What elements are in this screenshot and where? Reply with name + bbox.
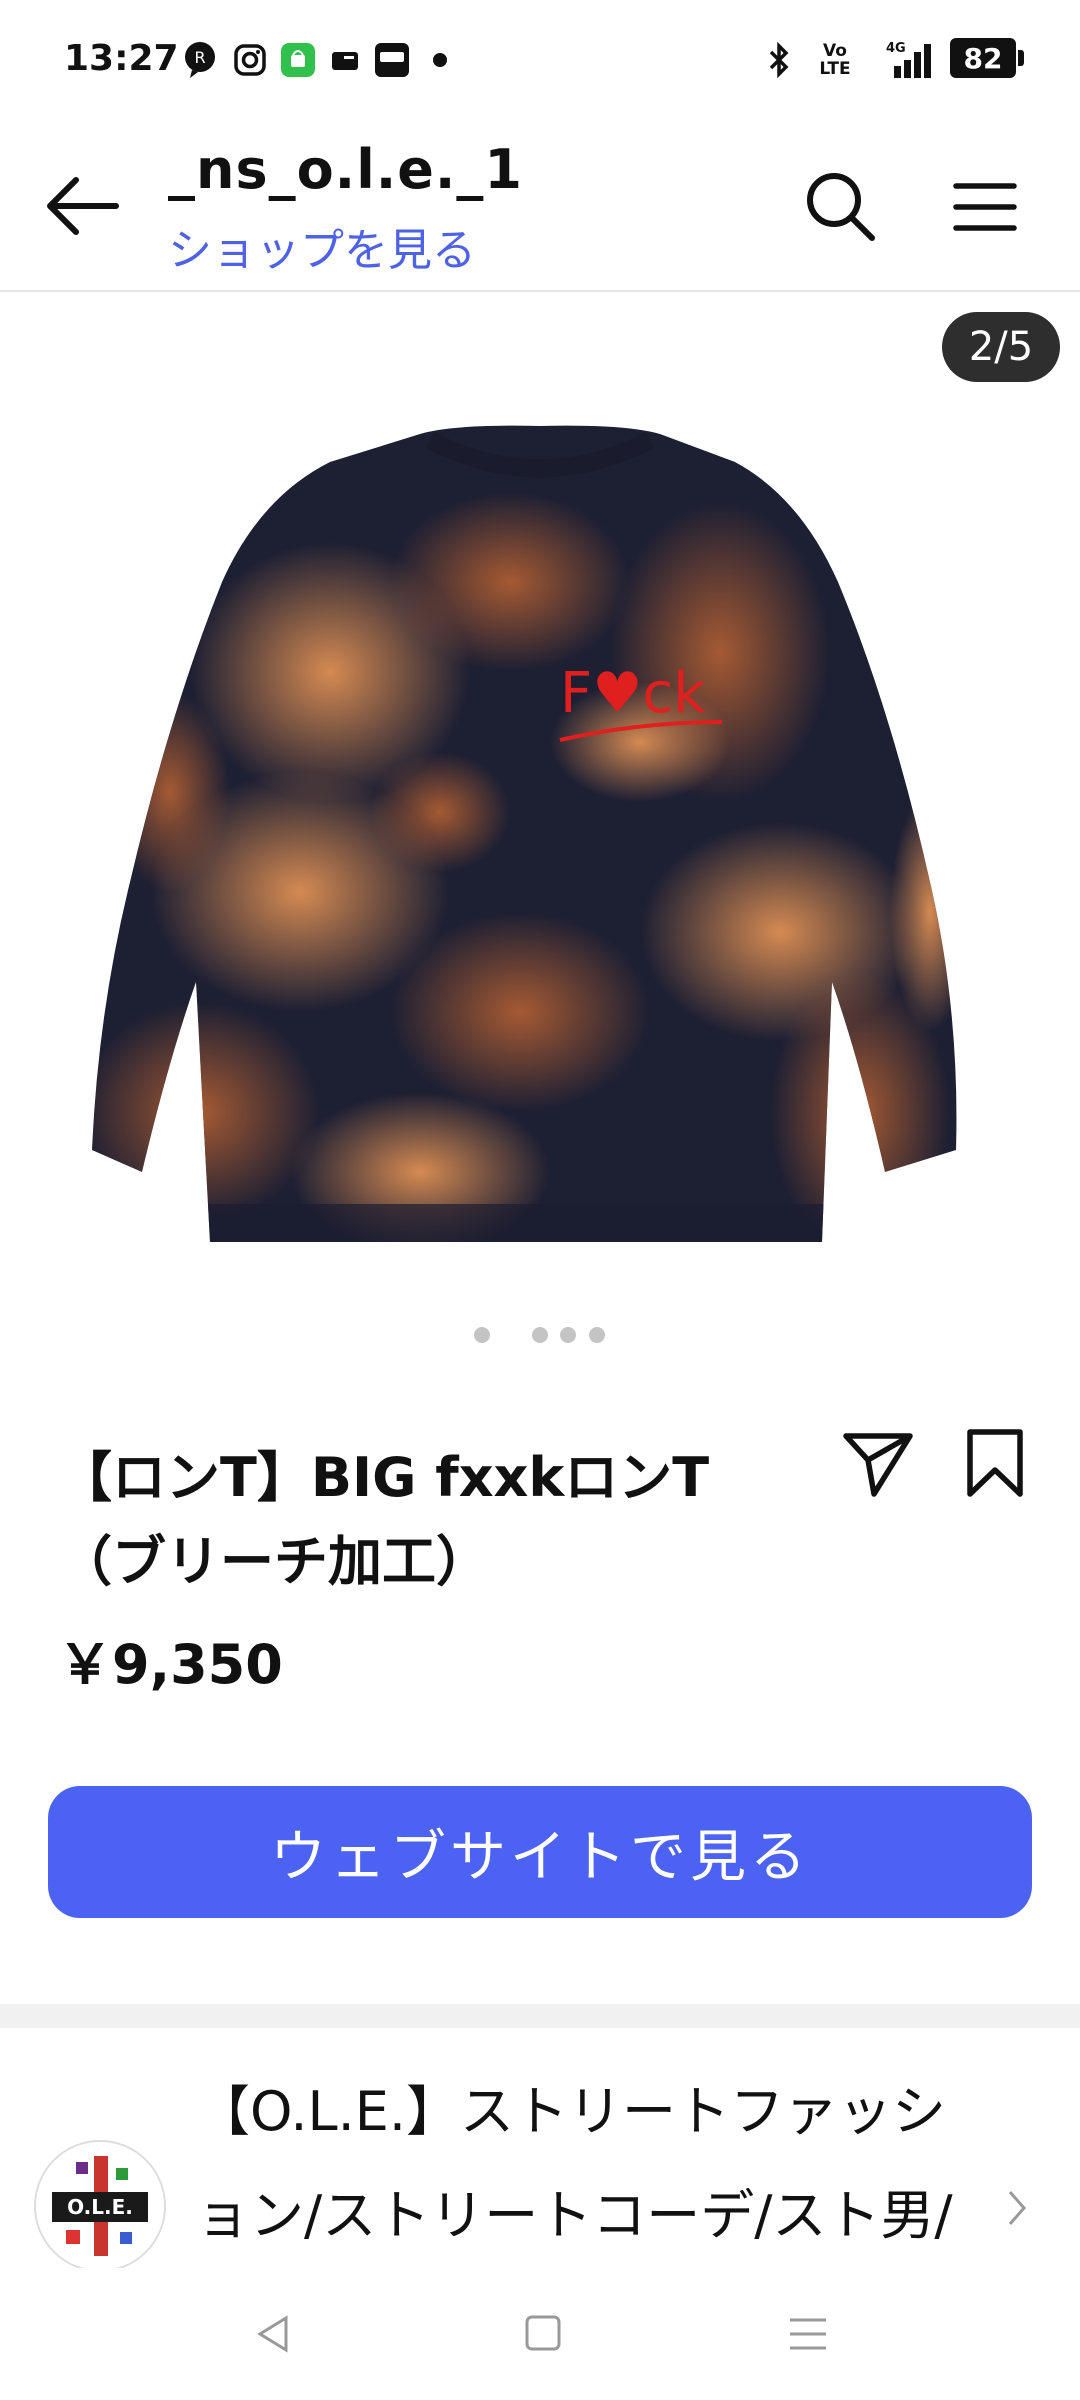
store-chevron-button[interactable] xyxy=(1002,2186,1032,2230)
system-navigation-bar xyxy=(0,2268,1080,2400)
send-share-icon xyxy=(843,1433,913,1497)
product-price: ￥9,350 xyxy=(58,1633,283,1696)
search-icon xyxy=(807,173,875,241)
product-title-line1: 【ロンT】BIG fxxkロンT xyxy=(58,1446,710,1509)
card-icon xyxy=(328,40,362,80)
status-bar: 13:27 R Vo LTE 4G 82 xyxy=(0,0,1080,120)
battery-indicator: 82 xyxy=(950,38,1024,78)
product-image-longsleeve-tee: F♥ck xyxy=(92,425,957,1242)
status-time: 13:27 xyxy=(64,38,179,79)
section-divider xyxy=(0,2004,1080,2028)
nav-home-square-icon xyxy=(525,2315,561,2351)
view-shop-link[interactable]: ショップを見る xyxy=(168,214,476,278)
menu-button[interactable] xyxy=(950,172,1020,242)
battery-level: 82 xyxy=(963,41,1003,75)
svg-text:R: R xyxy=(194,48,205,67)
nav-menu-lines-icon xyxy=(790,2318,826,2350)
back-button[interactable] xyxy=(42,170,126,242)
instagram-icon xyxy=(230,40,270,80)
product-title-line2: （ブリーチ加工） xyxy=(58,1530,490,1593)
shop-name[interactable]: _ns_o.l.e._1 xyxy=(168,138,523,201)
rakuten-link-icon: R xyxy=(180,40,220,80)
store-logo-text: O.L.E. xyxy=(67,2195,133,2219)
bookmark-icon xyxy=(967,1429,1023,1497)
view-website-button[interactable]: ウェブサイトで見る xyxy=(48,1786,1032,1918)
app-header xyxy=(0,120,1080,292)
store-logo-icon: O.L.E. xyxy=(36,2142,164,2270)
shopping-app-icon xyxy=(278,40,318,80)
carousel-dot-2[interactable] xyxy=(532,1327,548,1343)
share-button[interactable] xyxy=(838,1424,918,1504)
image-counter-badge: 2/5 xyxy=(942,312,1060,382)
store-name-line2: ョン/ストリートコーデ/スト男/ xyxy=(196,2184,953,2247)
volte-label: Vo LTE xyxy=(819,41,851,79)
nav-home-button[interactable] xyxy=(524,2314,562,2352)
store-avatar[interactable]: O.L.E. xyxy=(34,2140,166,2272)
volte-icon: Vo LTE xyxy=(810,40,860,80)
carousel-dot-4[interactable] xyxy=(589,1327,605,1343)
shirt-print-text: F♥ck xyxy=(560,661,706,726)
carousel-dot-3[interactable] xyxy=(560,1327,576,1343)
more-notifications-dot-icon xyxy=(428,40,452,80)
save-button[interactable] xyxy=(960,1424,1030,1504)
hamburger-menu-icon xyxy=(953,183,1017,231)
nav-back-button[interactable] xyxy=(254,2312,294,2356)
back-arrow-icon xyxy=(47,177,119,235)
search-button[interactable] xyxy=(800,166,880,246)
aeon-app-icon xyxy=(372,40,412,80)
product-title: 【ロンT】BIG fxxkロンT （ブリーチ加工） xyxy=(58,1436,778,1604)
product-image-carousel[interactable]: F♥ck xyxy=(0,292,1080,1292)
store-name-line1: 【O.L.E.】ストリートファッシ xyxy=(196,2080,947,2143)
nav-menu-button[interactable] xyxy=(788,2314,828,2354)
network-label: 4G xyxy=(886,41,906,56)
bluetooth-icon xyxy=(762,40,796,80)
carousel-dot-1[interactable] xyxy=(474,1327,490,1343)
chevron-right-icon xyxy=(1008,2191,1026,2225)
nav-back-triangle-icon xyxy=(257,2315,288,2353)
store-name: 【O.L.E.】ストリートファッシ ョン/ストリートコーデ/スト男/ xyxy=(196,2060,996,2268)
signal-4g-icon: 4G xyxy=(870,40,940,80)
